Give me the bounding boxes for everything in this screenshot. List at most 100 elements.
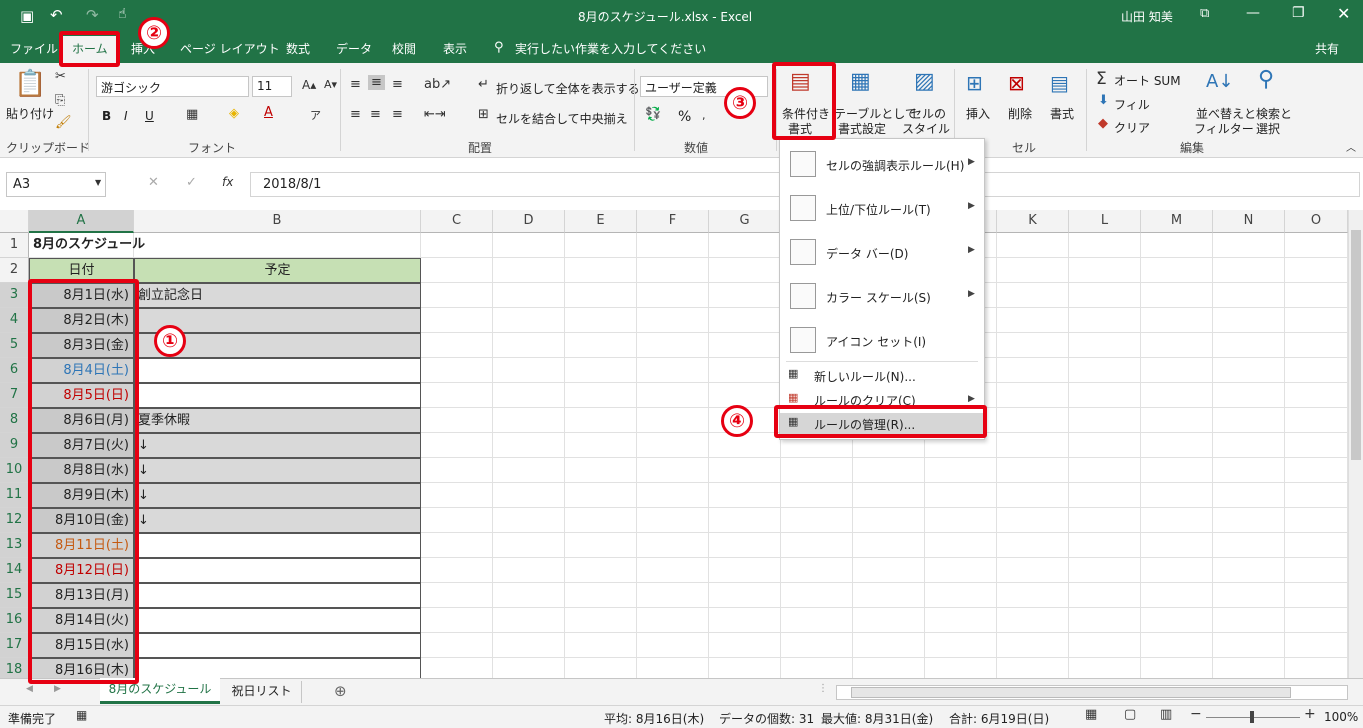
percent-button[interactable]: % bbox=[678, 109, 691, 125]
cell-plan[interactable] bbox=[134, 633, 421, 658]
row-header[interactable]: 10 bbox=[0, 458, 29, 483]
tab-file[interactable]: ファイル bbox=[10, 40, 58, 57]
cancel-entry-icon[interactable]: ✕ bbox=[148, 175, 159, 190]
add-sheet-icon[interactable]: ⊕ bbox=[334, 682, 347, 700]
vertical-scroll-thumb[interactable] bbox=[1351, 230, 1361, 460]
column-header[interactable]: M bbox=[1141, 210, 1213, 233]
autosum-button[interactable]: オート SUM bbox=[1114, 72, 1181, 89]
cut-icon[interactable]: ✂ bbox=[55, 69, 66, 84]
orientation-icon[interactable]: ab↗ bbox=[424, 77, 451, 92]
column-header[interactable]: D bbox=[493, 210, 565, 233]
cell-plan[interactable] bbox=[134, 383, 421, 408]
row-header[interactable]: 14 bbox=[0, 558, 29, 583]
merge-center-button[interactable]: セルを結合して中央揃え bbox=[496, 110, 628, 127]
scroll-tabs-right-icon[interactable]: ▶ bbox=[54, 684, 61, 694]
column-header[interactable]: E bbox=[565, 210, 637, 233]
normal-view-icon[interactable]: ▦ bbox=[1085, 707, 1097, 722]
menu-item-highlight-rules[interactable]: セルの強調表示ルール(H) ▶ bbox=[780, 147, 984, 183]
align-bottom-icon[interactable]: ≡ bbox=[392, 77, 403, 92]
row-header[interactable]: 13 bbox=[0, 533, 29, 558]
row-header[interactable]: 15 bbox=[0, 583, 29, 608]
restore-icon[interactable]: ❐ bbox=[1292, 5, 1305, 21]
share-button[interactable]: 共有 bbox=[1315, 40, 1339, 57]
zoom-level[interactable]: 100% bbox=[1324, 710, 1358, 724]
row-header[interactable]: 3 bbox=[0, 283, 29, 308]
horizontal-scrollbar[interactable] bbox=[836, 685, 1348, 700]
cell-plan[interactable] bbox=[134, 358, 421, 383]
currency-icon[interactable]: 💱 bbox=[645, 107, 661, 122]
row-header[interactable]: 9 bbox=[0, 433, 29, 458]
confirm-entry-icon[interactable]: ✓ bbox=[186, 175, 197, 190]
cell-title[interactable]: 8月のスケジュール bbox=[30, 233, 330, 258]
column-header[interactable]: C bbox=[421, 210, 493, 233]
format-painter-icon[interactable]: 🖌 bbox=[55, 115, 72, 130]
column-header[interactable]: F bbox=[637, 210, 709, 233]
cell-plan[interactable]: ↓ bbox=[134, 458, 421, 483]
cell-plan[interactable]: ↓ bbox=[134, 508, 421, 533]
row-header[interactable]: 6 bbox=[0, 358, 29, 383]
touch-mode-icon[interactable]: ☝ bbox=[118, 6, 127, 22]
cell-plan[interactable] bbox=[134, 608, 421, 633]
cell-plan[interactable]: ↓ bbox=[134, 433, 421, 458]
insert-function-icon[interactable]: fx bbox=[222, 175, 233, 189]
cell-plan[interactable] bbox=[134, 583, 421, 608]
tab-formulas[interactable]: 数式 bbox=[286, 40, 310, 57]
cell-plan[interactable] bbox=[134, 533, 421, 558]
column-header[interactable]: O bbox=[1285, 210, 1348, 233]
zoom-slider-thumb[interactable] bbox=[1250, 711, 1254, 723]
column-header[interactable]: G bbox=[709, 210, 781, 233]
save-icon[interactable]: ▣ bbox=[20, 7, 34, 25]
column-header[interactable]: N bbox=[1213, 210, 1285, 233]
shrink-font-icon[interactable]: A▾ bbox=[324, 78, 337, 91]
font-size-select[interactable]: 11 bbox=[252, 76, 292, 97]
worksheet-grid[interactable]: ABCDEFGHIJKLMNO 123456789101112131415161… bbox=[0, 210, 1348, 683]
sort-filter-label-2[interactable]: フィルター bbox=[1194, 120, 1254, 137]
menu-item-new-rule[interactable]: ▦ 新しいルール(N)... bbox=[780, 365, 984, 387]
scroll-tabs-left-icon[interactable]: ◀ bbox=[26, 684, 33, 694]
user-name[interactable]: 山田 知美 bbox=[1121, 8, 1173, 25]
vertical-scrollbar[interactable] bbox=[1348, 210, 1363, 678]
paste-button[interactable]: 貼り付け bbox=[6, 105, 54, 122]
ribbon-display-icon[interactable]: ⧉ bbox=[1200, 6, 1209, 21]
collapse-ribbon-icon[interactable]: ︿ bbox=[1346, 139, 1356, 154]
align-right-icon[interactable]: ≡ bbox=[392, 107, 403, 122]
format-table-label-2[interactable]: 書式設定 bbox=[838, 120, 886, 137]
row-header[interactable]: 11 bbox=[0, 483, 29, 508]
cell-styles-label-2[interactable]: スタイル bbox=[902, 120, 950, 137]
select-all-corner[interactable] bbox=[0, 210, 29, 233]
italic-button[interactable]: I bbox=[124, 109, 128, 123]
cell-header-plan[interactable]: 予定 bbox=[134, 258, 421, 283]
tab-page-layout[interactable]: ページ レイアウト bbox=[180, 40, 280, 57]
delete-cells-button[interactable]: 削除 bbox=[1008, 105, 1032, 122]
phonetic-icon[interactable]: ア bbox=[310, 107, 321, 123]
paste-icon[interactable]: 📋 bbox=[14, 69, 46, 99]
page-layout-view-icon[interactable]: ▢ bbox=[1124, 707, 1136, 722]
name-box-dropdown-icon[interactable]: ▼ bbox=[95, 178, 101, 187]
indent-icon[interactable]: ⇤⇥ bbox=[424, 107, 446, 122]
clear-button[interactable]: クリア bbox=[1114, 119, 1150, 136]
comma-icon[interactable]: , bbox=[702, 109, 706, 122]
menu-item-top-bottom-rules[interactable]: 上位/下位ルール(T) ▶ bbox=[780, 191, 984, 227]
tell-me-input[interactable]: 実行したい作業を入力してください bbox=[515, 40, 706, 57]
menu-item-data-bars[interactable]: データ バー(D) ▶ bbox=[780, 235, 984, 271]
wrap-text-button[interactable]: 折り返して全体を表示する bbox=[496, 80, 640, 97]
name-box[interactable]: A3 bbox=[6, 172, 106, 197]
minimize-icon[interactable]: — bbox=[1246, 5, 1260, 21]
grow-font-icon[interactable]: A▴ bbox=[302, 78, 316, 92]
align-top-icon[interactable]: ≡ bbox=[350, 77, 361, 92]
column-header[interactable]: K bbox=[997, 210, 1069, 233]
underline-button[interactable]: U bbox=[145, 109, 154, 123]
find-select-label-2[interactable]: 選択 bbox=[1256, 120, 1280, 137]
font-name-select[interactable]: 游ゴシック bbox=[96, 76, 249, 97]
bold-button[interactable]: B bbox=[102, 109, 111, 123]
align-middle-icon[interactable]: ≡ bbox=[368, 75, 385, 90]
cell-plan[interactable]: 創立記念日 bbox=[134, 283, 421, 308]
format-cells-button[interactable]: 書式 bbox=[1050, 105, 1074, 122]
tab-data[interactable]: データ bbox=[336, 40, 372, 57]
column-header[interactable]: L bbox=[1069, 210, 1141, 233]
redo-icon[interactable]: ↷ bbox=[86, 6, 99, 24]
row-header[interactable]: 1 bbox=[0, 233, 29, 258]
column-header[interactable]: A bbox=[29, 210, 134, 233]
insert-cells-button[interactable]: 挿入 bbox=[966, 105, 990, 122]
tab-review[interactable]: 校閲 bbox=[392, 40, 416, 57]
